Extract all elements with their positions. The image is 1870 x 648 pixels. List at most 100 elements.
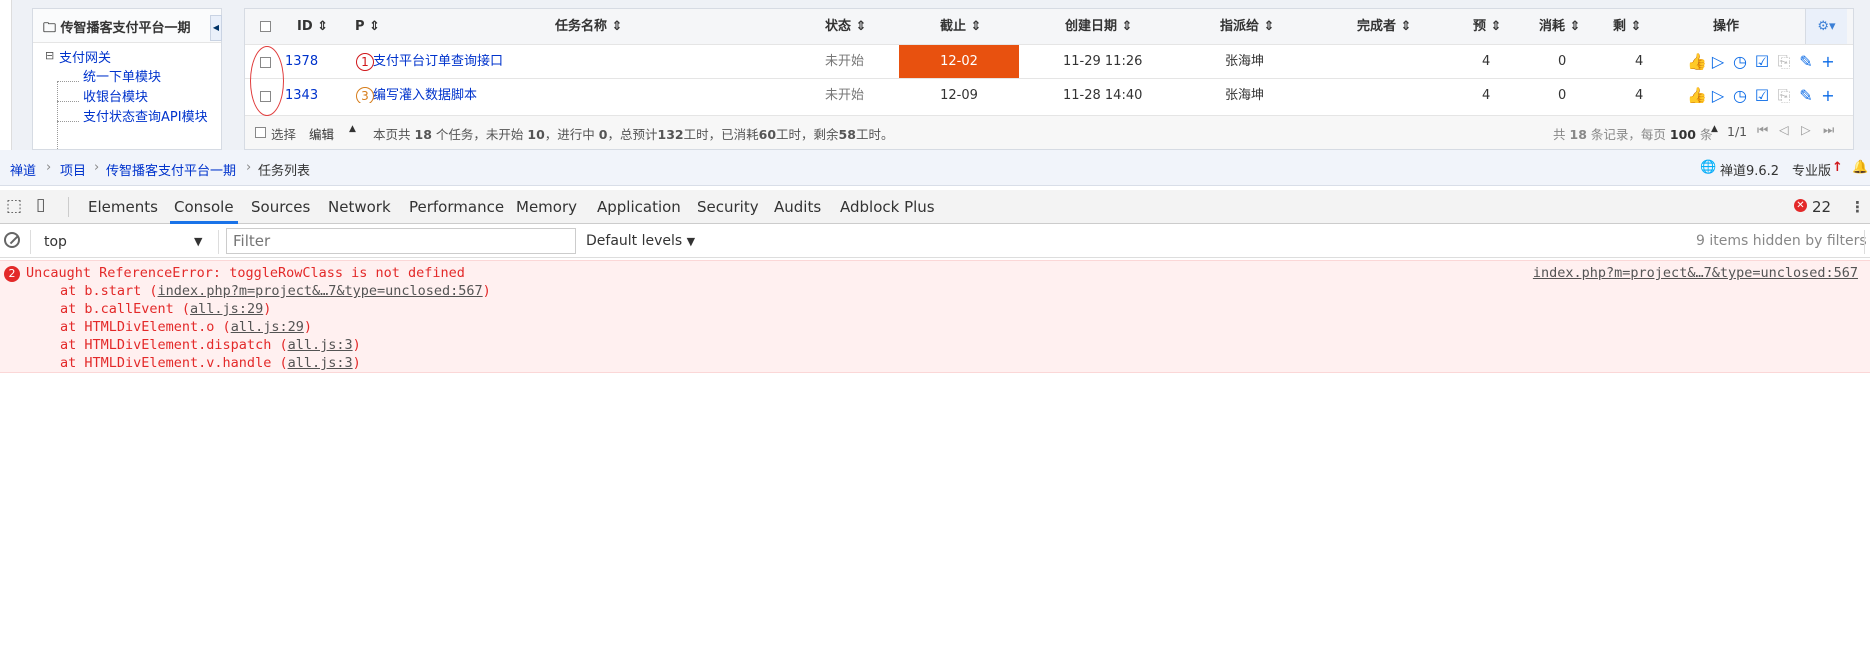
tab-security[interactable]: Security (697, 198, 759, 216)
device-toolbar-icon[interactable]: ▯ (36, 195, 45, 215)
stack-frame: at b.callEvent (all.js:29) (60, 301, 272, 317)
col-header-status[interactable]: 状态 ⇕ (825, 9, 866, 44)
breadcrumb-item[interactable]: 禅道 (10, 160, 36, 179)
checkbox-done-icon[interactable]: ☑ (1753, 53, 1771, 71)
module-tree-panel: 🗀 传智播客支付平台一期 ◀ ⊟ 支付网关 统一下单模块 收银台模块 支付状态查… (32, 8, 222, 151)
thumbs-up-icon[interactable]: 👍 (1687, 53, 1707, 71)
play-icon[interactable]: ▷ (1709, 53, 1727, 71)
breadcrumb-item[interactable]: 项目 (60, 160, 86, 179)
version-link[interactable]: 禅道9.6.2 (1720, 160, 1779, 179)
tab-audits[interactable]: Audits (774, 198, 821, 216)
chevron-down-icon: ▼ (194, 235, 203, 248)
play-icon[interactable]: ▷ (1709, 87, 1727, 104)
next-page-icon[interactable]: ▷ (1801, 122, 1811, 137)
select-all-footer-checkbox[interactable] (255, 127, 266, 138)
tree-title[interactable]: 传智播客支付平台一期 (61, 21, 191, 36)
more-options-icon[interactable]: ⋮ (1850, 198, 1865, 216)
select-all-checkbox[interactable] (260, 21, 271, 32)
tree-toggle-icon[interactable]: ⊟ (45, 49, 54, 62)
add-plus-icon[interactable]: + (1819, 87, 1837, 104)
tree-node-child[interactable]: 收银台模块 (83, 86, 148, 105)
task-id[interactable]: 1378 (285, 45, 318, 78)
tab-performance[interactable]: Performance (409, 198, 504, 216)
task-id[interactable]: 1343 (285, 79, 318, 103)
stack-frame: at b.start (index.php?m=project&…7&type=… (60, 283, 491, 299)
stack-frame-link[interactable]: all.js:29 (231, 319, 304, 335)
task-name-link[interactable]: 支付平台订单查询接口 (373, 45, 503, 78)
col-header-priority[interactable]: P ⇕ (355, 9, 380, 44)
tab-sources[interactable]: Sources (251, 198, 310, 216)
add-plus-icon[interactable]: + (1819, 53, 1837, 71)
table-row[interactable]: 1343 3 编写灌入数据脚本 未开始 12-09 11-28 14:40 张海… (245, 79, 1853, 103)
col-header-assigned[interactable]: 指派给 ⇕ (1220, 9, 1274, 44)
stack-frame-link[interactable]: all.js:3 (288, 337, 353, 353)
task-consumed: 0 (1558, 54, 1567, 69)
log-levels-select[interactable]: Default levels ▼ (586, 233, 695, 249)
task-name-link[interactable]: 编写灌入数据脚本 (373, 79, 477, 103)
breadcrumb-separator: › (46, 160, 52, 175)
first-page-icon[interactable]: ⏮ (1757, 122, 1768, 138)
task-assigned[interactable]: 张海坤 (1225, 79, 1264, 103)
task-assigned[interactable]: 张海坤 (1225, 45, 1264, 78)
task-estimate: 4 (1482, 54, 1491, 69)
per-page-caret-icon[interactable]: ▲ (1711, 124, 1718, 134)
task-left: 4 (1635, 54, 1644, 69)
stack-frame-link[interactable]: all.js:3 (288, 355, 353, 371)
col-header-name[interactable]: 任务名称 ⇕ (555, 9, 622, 44)
tab-adblock-plus[interactable]: Adblock Plus (840, 198, 935, 216)
select-label[interactable]: 选择 (271, 124, 296, 143)
clock-icon[interactable]: ◷ (1731, 53, 1749, 71)
error-count[interactable]: 22 (1812, 198, 1831, 216)
breadcrumb-item[interactable]: 传智播客支付平台一期 (106, 160, 236, 179)
stack-frame-link[interactable]: all.js:29 (190, 301, 263, 317)
task-deadline: 12-09 (940, 88, 978, 103)
col-header-left[interactable]: 剩 ⇕ (1613, 9, 1641, 44)
hidden-items-info: 9 items hidden by filters (1696, 233, 1867, 249)
tab-memory[interactable]: Memory (516, 198, 577, 216)
tab-console[interactable]: Console (174, 198, 234, 216)
col-header-created[interactable]: 创建日期 ⇕ (1065, 9, 1132, 44)
col-header-actions: 操作 (1713, 19, 1740, 34)
bell-icon[interactable]: 🔔 (1852, 160, 1868, 175)
col-header-finisher[interactable]: 完成者 ⇕ (1357, 9, 1411, 44)
breadcrumb: 禅道 › 项目 › 传智播客支付平台一期 › 任务列表 🌐 禅道9.6.2 专业… (0, 150, 1870, 186)
col-header-id[interactable]: ID ⇕ (297, 9, 328, 44)
globe-icon: 🌐 (1700, 160, 1717, 175)
inspect-element-icon[interactable]: ⬚ (6, 196, 22, 216)
tree-node-child[interactable]: 统一下单模块 (83, 66, 161, 85)
col-header-consumed[interactable]: 消耗 ⇕ (1539, 9, 1580, 44)
column-settings-icon[interactable]: ⚙▾ (1805, 9, 1847, 44)
tab-network[interactable]: Network (328, 198, 391, 216)
edit-pencil-icon[interactable]: ✎ (1797, 53, 1815, 71)
task-left: 4 (1635, 88, 1644, 103)
clock-icon[interactable]: ◷ (1731, 87, 1749, 104)
app-area: 🗀 传智播客支付平台一期 ◀ ⊟ 支付网关 统一下单模块 收银台模块 支付状态查… (0, 0, 1870, 151)
collapse-tree-button[interactable]: ◀ (210, 15, 222, 41)
col-header-estimate[interactable]: 预 ⇕ (1473, 9, 1501, 44)
context-select[interactable]: top ▼ (36, 230, 211, 254)
chevron-down-icon: ▼ (686, 235, 696, 248)
stack-frame: at HTMLDivElement.o (all.js:29) (60, 319, 312, 335)
batch-edit-button[interactable]: 编辑 (309, 124, 334, 143)
edition-label[interactable]: 专业版 (1792, 160, 1831, 179)
tree-node-child[interactable]: 支付状态查询API模块 (83, 106, 208, 125)
thumbs-up-icon[interactable]: 👍 (1687, 87, 1707, 104)
console-output-area[interactable] (0, 374, 1870, 648)
prev-page-icon[interactable]: ◁ (1779, 122, 1789, 137)
task-deadline: 12-02 (899, 45, 1019, 78)
stack-frame-link[interactable]: index.php?m=project&…7&type=unclosed:567 (158, 283, 483, 299)
tree-node-root[interactable]: 支付网关 (59, 47, 111, 66)
last-page-icon[interactable]: ⏭ (1823, 122, 1834, 138)
breadcrumb-separator: › (94, 160, 100, 175)
tab-application[interactable]: Application (597, 198, 681, 216)
error-source-link[interactable]: index.php?m=project&…7&type=unclosed:567 (1533, 265, 1858, 281)
checkbox-done-icon[interactable]: ☑ (1753, 87, 1771, 104)
filter-input[interactable] (226, 228, 576, 254)
caret-up-icon[interactable]: ▲ (349, 124, 356, 134)
upgrade-arrow-icon[interactable]: ↑ (1832, 160, 1843, 175)
table-row[interactable]: 1378 1 支付平台订单查询接口 未开始 12-02 11-29 11:26 … (245, 45, 1853, 79)
edit-pencil-icon[interactable]: ✎ (1797, 87, 1815, 104)
tab-elements[interactable]: Elements (88, 198, 158, 216)
stack-frame: at HTMLDivElement.dispatch (all.js:3) (60, 337, 361, 353)
col-header-deadline[interactable]: 截止 ⇕ (940, 9, 981, 44)
